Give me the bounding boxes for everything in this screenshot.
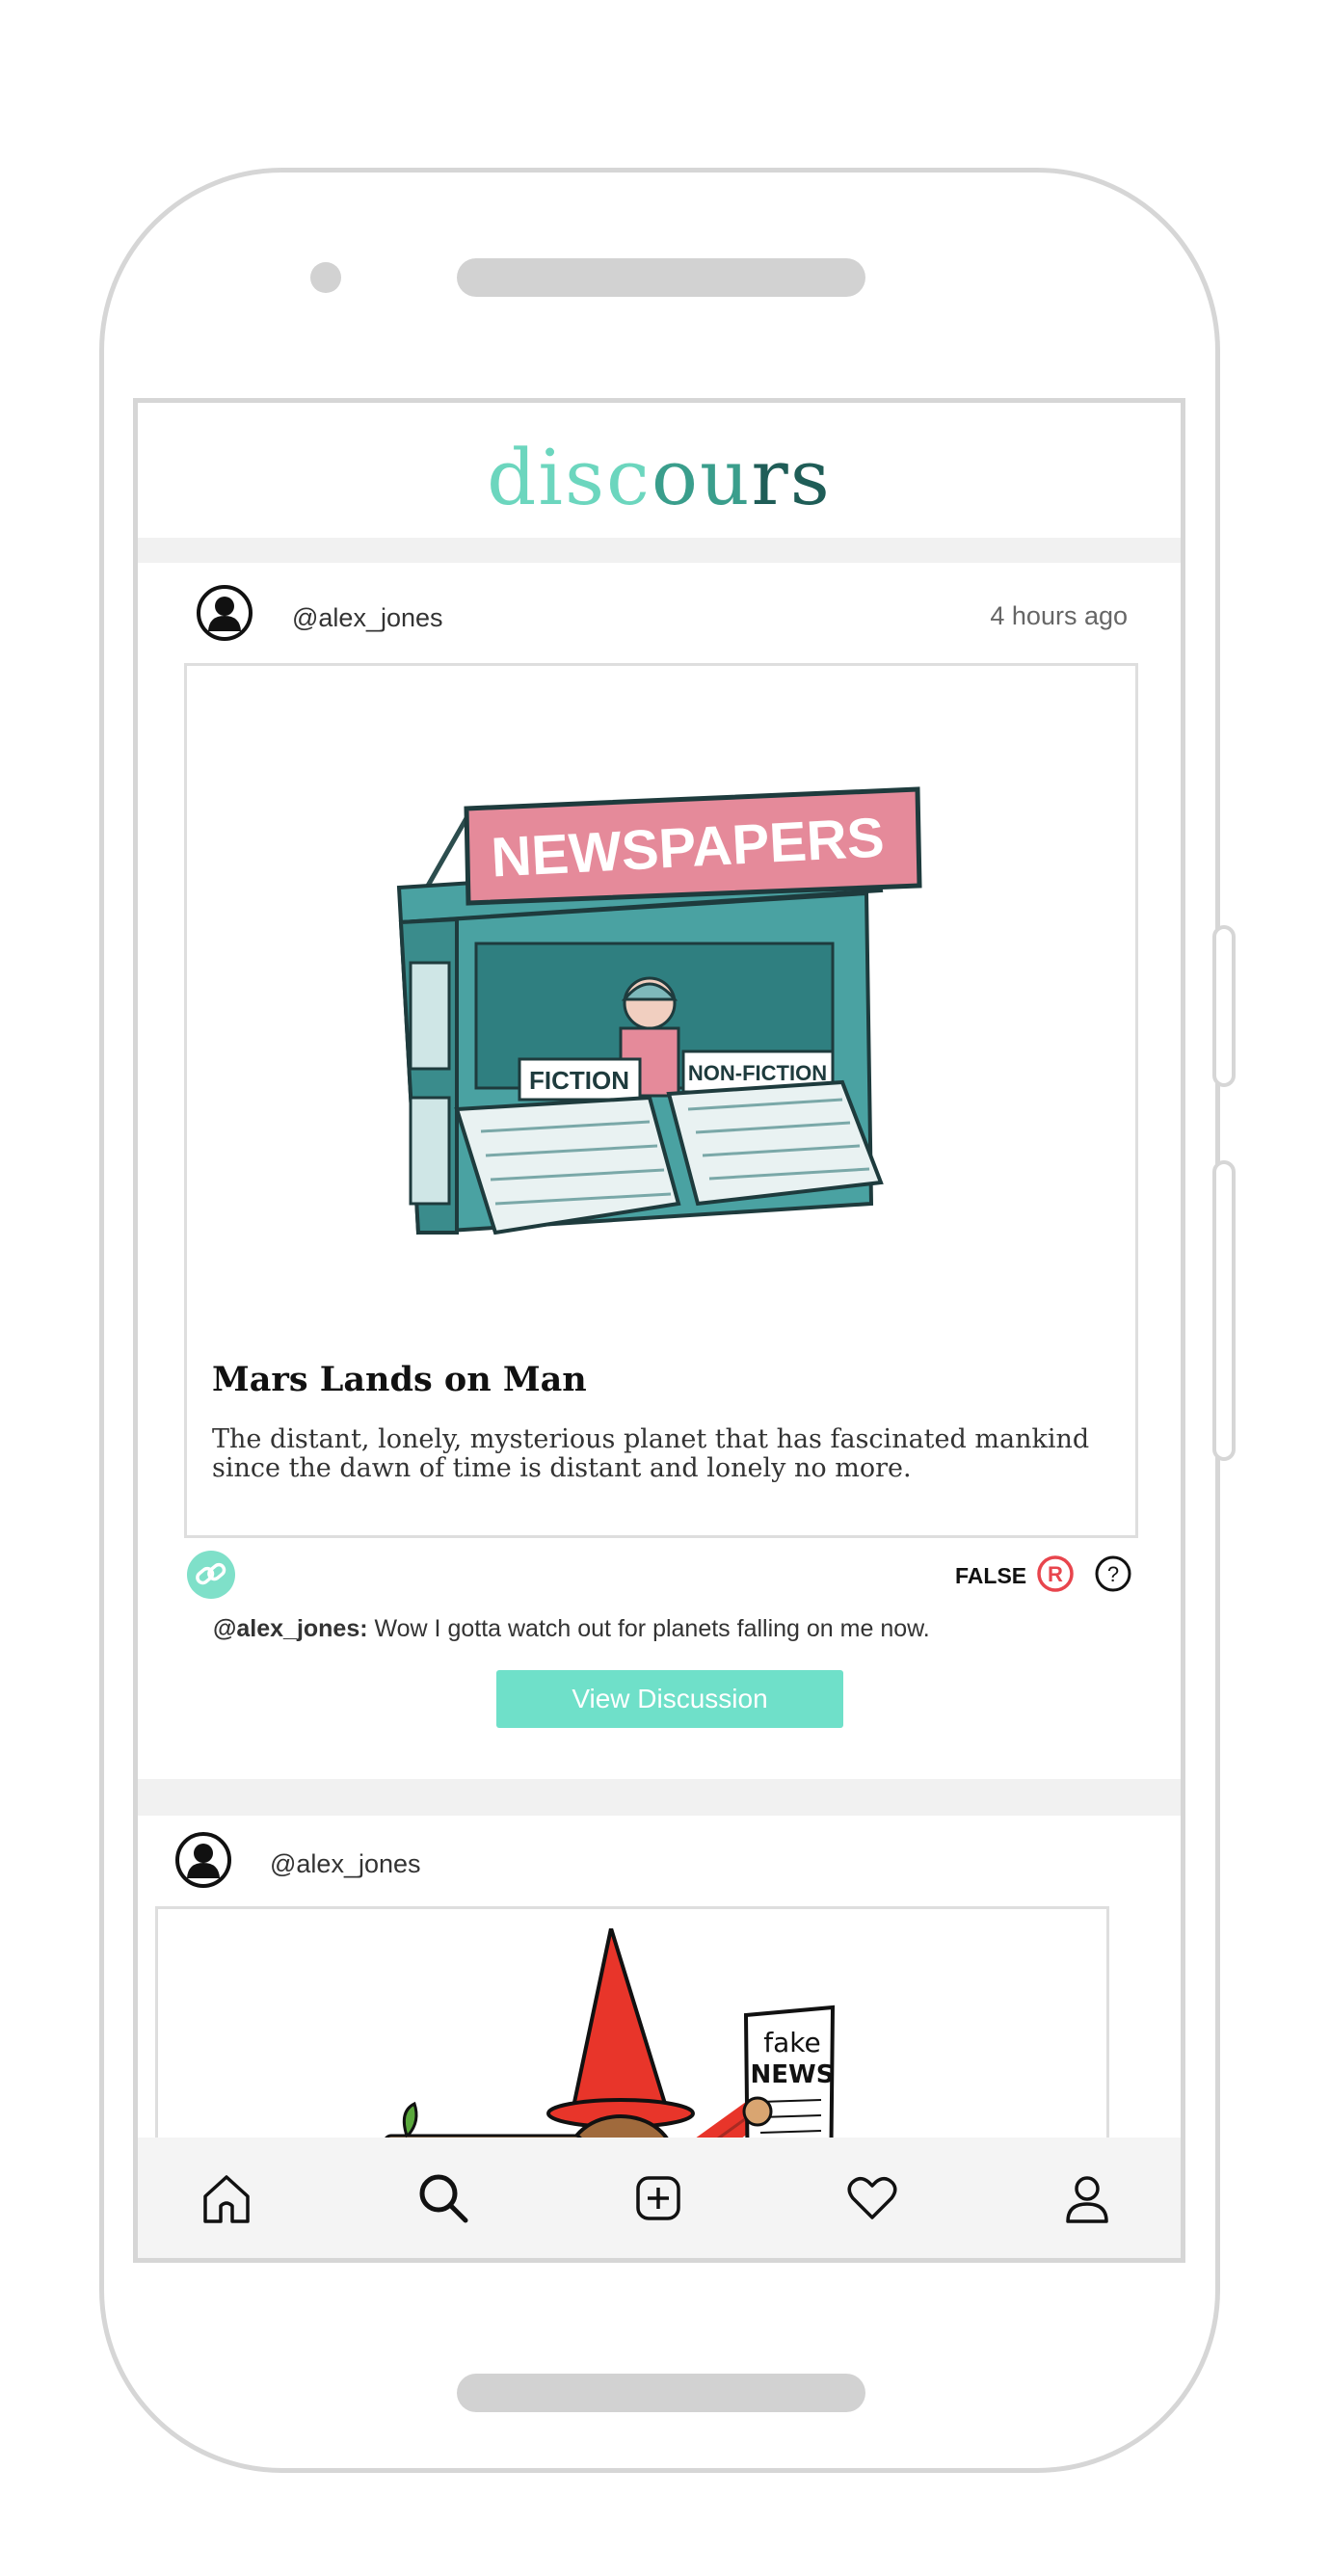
post-content-card[interactable]: NEWSPAPERS FICTION NON-FICTION Mars Land… xyxy=(184,663,1138,1538)
view-discussion-button[interactable]: View Discussion xyxy=(496,1670,843,1728)
non-fiction-label: NON-FICTION xyxy=(688,1061,827,1085)
news-text: NEWS xyxy=(751,2060,835,2089)
question-icon[interactable]: ? xyxy=(1094,1554,1132,1593)
svg-text:R: R xyxy=(1048,1562,1063,1586)
add-icon xyxy=(636,2175,680,2220)
nav-favorites[interactable] xyxy=(824,2138,920,2258)
registered-icon[interactable]: R xyxy=(1036,1554,1075,1593)
nav-profile[interactable] xyxy=(1039,2138,1135,2258)
speaker-grille xyxy=(457,258,865,297)
post-username[interactable]: @alex_jones xyxy=(292,603,443,633)
top-comment: @alex_jones: Wow I gotta watch out for p… xyxy=(213,1615,930,1643)
power-button xyxy=(1212,1160,1236,1461)
app-logo[interactable]: discours xyxy=(138,439,1181,517)
nav-add[interactable] xyxy=(610,2138,706,2258)
newspaper-stand-illustration: NEWSPAPERS FICTION NON-FICTION xyxy=(396,786,922,1235)
nav-search[interactable] xyxy=(395,2138,492,2258)
home-icon xyxy=(203,2174,250,2223)
nav-home[interactable] xyxy=(178,2138,275,2258)
post-separator xyxy=(138,1779,1181,1816)
post-description: The distant, lonely, mysterious planet t… xyxy=(212,1424,1090,1483)
fake-text: fake xyxy=(763,2027,820,2058)
fiction-label: FICTION xyxy=(529,1066,629,1095)
verdict-label: FALSE xyxy=(955,1563,1027,1588)
bottom-navigation xyxy=(138,2138,1181,2258)
profile-icon xyxy=(1066,2175,1108,2223)
post-username[interactable]: @alex_jones xyxy=(270,1849,421,1879)
app-header: discours xyxy=(138,403,1181,538)
volume-button xyxy=(1212,925,1236,1087)
comment-text: Wow I gotta watch out for planets fallin… xyxy=(367,1615,930,1642)
avatar-icon[interactable] xyxy=(174,1831,232,1889)
header-separator xyxy=(138,538,1181,563)
home-bar[interactable] xyxy=(457,2374,865,2412)
svg-text:?: ? xyxy=(1107,1562,1119,1586)
app-screen: discours @alex_jones 4 hours ago NEWSPAP… xyxy=(133,398,1185,2263)
post-timestamp: 4 hours ago xyxy=(990,601,1128,630)
search-icon xyxy=(419,2174,468,2222)
post-title[interactable]: Mars Lands on Man xyxy=(212,1360,587,1399)
link-icon[interactable] xyxy=(186,1550,236,1600)
comment-username[interactable]: @alex_jones: xyxy=(213,1615,368,1642)
heart-icon xyxy=(847,2176,897,2219)
avatar-icon[interactable] xyxy=(196,584,253,642)
camera-dot xyxy=(310,262,341,293)
